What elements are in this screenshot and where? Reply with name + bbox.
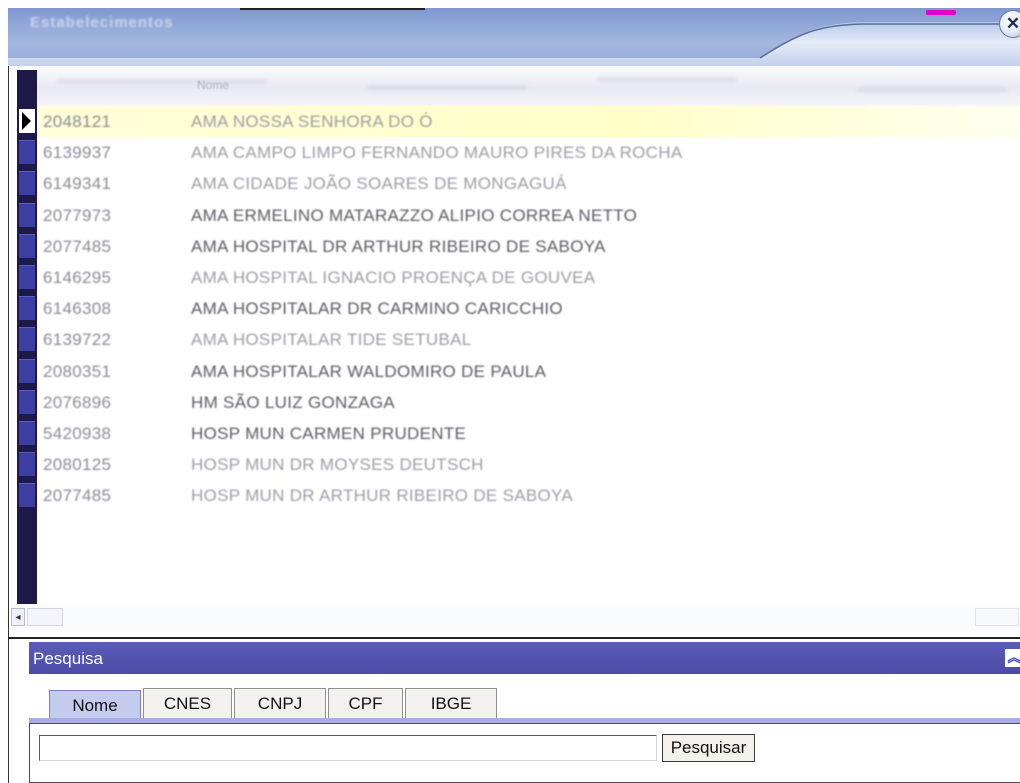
row-selector[interactable] (19, 140, 35, 165)
search-button[interactable]: Pesquisar (662, 734, 755, 762)
cell-code: 5420938 (43, 424, 112, 443)
row-selector[interactable] (19, 296, 35, 321)
double-chevron-up-icon: ︽ (1007, 650, 1020, 665)
cell-name: HOSP MUN DR ARTHUR RIBEIRO DE SABOYA (191, 486, 574, 506)
cell-code: 6139937 (43, 143, 112, 163)
cell-name: HM SÃO LUIZ GONZAGA (191, 392, 396, 412)
cell-code: 6146308 (43, 299, 112, 319)
cell-name: AMA HOSPITALAR WALDOMIRO DE PAULA (191, 361, 547, 381)
table-row[interactable]: 2048121 AMA NOSSA SENHORA DO Ó (37, 106, 1020, 137)
cell-name: AMA NOSSA SENHORA DO Ó (191, 112, 433, 131)
current-row-arrow-icon (22, 112, 31, 130)
close-button[interactable]: ✕ (999, 10, 1020, 38)
tab-cnes[interactable]: CNES (143, 688, 232, 718)
close-icon: ✕ (1005, 14, 1020, 33)
row-selector[interactable] (19, 171, 35, 196)
chevron-left-icon: ◂ (15, 611, 21, 623)
cell-name: AMA HOSPITALAR TIDE SETUBAL (191, 330, 472, 350)
cell-code: 2080125 (43, 455, 112, 475)
table-row[interactable]: 2077485 HOSP MUN DR ARTHUR RIBEIRO DE SAB… (37, 480, 1020, 511)
table-row[interactable]: 2077973 AMA ERMELINO MATARAZZO ALIPIO COR… (37, 200, 1020, 231)
search-input[interactable] (39, 735, 657, 761)
cell-code: 2048121 (43, 112, 112, 131)
cell-code: 6146295 (43, 268, 112, 287)
collapse-button[interactable]: ︽ (1005, 649, 1020, 667)
search-panel: Pesquisa ︽ Nome CNES CNPJ CPF IBGE Pesquisar (8, 639, 1020, 783)
scrollbar-thumb[interactable] (27, 608, 63, 626)
table-row[interactable]: 2080125 HOSP MUN DR MOYSES DEUTSCH (37, 449, 1020, 480)
table-row[interactable]: 6139722 AMA HOSPITALAR TIDE SETUBAL (37, 324, 1020, 355)
row-selector[interactable] (19, 327, 35, 352)
search-panel-title: Pesquisa (33, 649, 103, 668)
tab-cnpj[interactable]: CNPJ (234, 688, 326, 718)
row-selector[interactable] (19, 483, 35, 508)
results-grid[interactable]: Nome 2048121 AMA NOSSA SENHORA DO Ó 613993… (8, 66, 1020, 638)
titlebar-accent-mark (926, 10, 956, 15)
row-selector[interactable] (19, 202, 35, 227)
cell-name: AMA HOSPITAL IGNACIO PROENÇA DE GOUVEA (191, 268, 596, 287)
row-selector[interactable] (19, 421, 35, 445)
search-panel-header: Pesquisa ︽ (29, 642, 1020, 674)
cell-name: AMA HOSPITALAR DR CARMINO CARICCHIO (191, 299, 563, 319)
cell-code: 2077973 (43, 205, 112, 225)
row-indicator-column (17, 70, 37, 626)
table-row[interactable]: 5420938 HOSP MUN CARMEN PRUDENTE (37, 418, 1020, 449)
cell-name: AMA ERMELINO MATARAZZO ALIPIO CORREA NET… (191, 205, 638, 225)
cell-name: AMA CAMPO LIMPO FERNANDO MAURO PIRES DA … (191, 143, 683, 163)
table-row[interactable]: 6139937 AMA CAMPO LIMPO FERNANDO MAURO PI… (37, 137, 1020, 168)
cell-name: AMA CIDADE JOÃO SOARES DE MONGAGUÁ (191, 174, 567, 194)
table-row[interactable]: 6146295 AMA HOSPITAL IGNACIO PROENÇA DE G… (37, 262, 1020, 293)
cell-code: 2076896 (43, 392, 112, 412)
tab-nome[interactable]: Nome (49, 690, 141, 720)
row-selector[interactable] (19, 452, 35, 477)
cell-code: 6139722 (43, 330, 112, 350)
cell-code: 2077485 (43, 486, 112, 506)
cell-code: 6149341 (43, 174, 112, 194)
table-row[interactable]: 6149341 AMA CIDADE JOÃO SOARES DE MONGAGU… (37, 168, 1020, 199)
scroll-left-button[interactable]: ◂ (11, 608, 25, 626)
row-selector[interactable] (19, 358, 35, 383)
tab-ibge[interactable]: IBGE (405, 688, 497, 718)
tab-cpf[interactable]: CPF (328, 688, 403, 718)
cell-name: HOSP MUN DR MOYSES DEUTSCH (191, 455, 484, 475)
row-selector[interactable] (19, 389, 35, 414)
scrollbar-track-end (975, 608, 1019, 626)
table-row[interactable]: 2080351 AMA HOSPITALAR WALDOMIRO DE PAULA (37, 356, 1020, 387)
grid-header: Nome (37, 66, 1020, 106)
grid-header-name-column[interactable]: Nome (197, 78, 229, 92)
table-row[interactable]: 2076896 HM SÃO LUIZ GONZAGA (37, 387, 1020, 418)
titlebar-top-line (240, 8, 425, 10)
row-selector[interactable] (19, 265, 35, 289)
table-row[interactable]: 6146308 AMA HOSPITALAR DR CARMINO CARICCH… (37, 293, 1020, 324)
window-titlebar: Estabelecimentos (8, 8, 1020, 67)
window-title: Estabelecimentos (30, 14, 174, 31)
horizontal-scrollbar[interactable]: ◂ (9, 604, 1020, 632)
cell-name: AMA HOSPITAL DR ARTHUR RIBEIRO DE SABOYA (191, 236, 606, 256)
table-row[interactable]: 2077485 AMA HOSPITAL DR ARTHUR RIBEIRO DE… (37, 231, 1020, 262)
row-selector[interactable] (19, 233, 35, 258)
cell-name: HOSP MUN CARMEN PRUDENTE (191, 424, 467, 443)
row-selector[interactable] (19, 109, 35, 133)
cell-code: 2077485 (43, 236, 112, 256)
cell-code: 2080351 (43, 361, 112, 381)
